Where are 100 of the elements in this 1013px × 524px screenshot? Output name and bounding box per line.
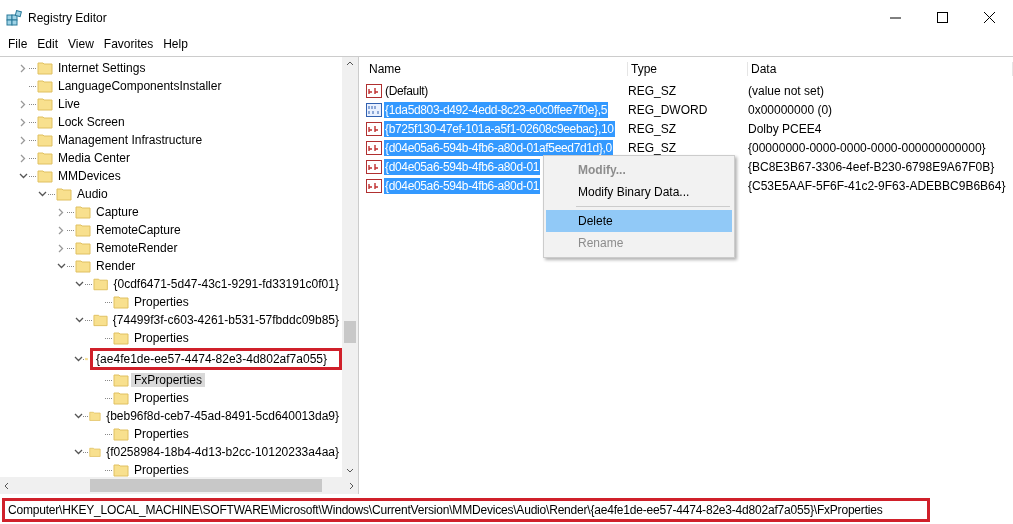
menu-item[interactable]: Edit — [32, 37, 64, 51]
tree-item[interactable]: Internet Settings — [55, 61, 149, 75]
tree-item[interactable]: Lock Screen — [55, 115, 128, 129]
tree-item[interactable]: Audio — [74, 187, 111, 201]
tree-item[interactable]: Media Center — [55, 151, 134, 165]
horizontal-scrollbar[interactable] — [0, 477, 358, 494]
scroll-up-icon — [346, 61, 354, 66]
folder-icon — [113, 427, 129, 441]
collapse-chevron-icon[interactable] — [75, 317, 85, 323]
collapse-chevron-icon[interactable] — [56, 263, 66, 269]
tree-item[interactable]: RemoteRender — [93, 241, 181, 255]
vertical-scrollbar[interactable] — [342, 57, 358, 477]
folder-icon — [37, 97, 53, 111]
tree-item[interactable]: Properties — [131, 463, 192, 477]
column-header[interactable]: Type — [628, 62, 748, 76]
tree-item[interactable]: Properties — [131, 331, 192, 345]
expand-chevron-icon[interactable] — [20, 63, 26, 73]
scrollbar-thumb[interactable] — [90, 479, 322, 492]
folder-icon — [113, 295, 129, 309]
tree-item[interactable]: Live — [55, 97, 83, 111]
value-data: (value not set) — [748, 83, 826, 98]
tree-item[interactable]: Capture — [93, 205, 142, 219]
expand-chevron-icon[interactable] — [20, 99, 26, 109]
folder-icon — [93, 277, 109, 291]
folder-icon — [113, 373, 129, 387]
binary-value-icon — [366, 102, 382, 117]
value-name[interactable]: (Default) — [384, 82, 429, 99]
registry-app-icon — [6, 9, 22, 26]
string-value-icon — [366, 140, 382, 155]
expand-chevron-icon[interactable] — [58, 225, 64, 235]
folder-icon — [89, 445, 102, 459]
expand-chevron-icon[interactable] — [20, 153, 26, 163]
menu-item[interactable]: Favorites — [98, 37, 159, 51]
folder-icon — [89, 409, 102, 423]
value-type: REG_SZ — [628, 83, 677, 98]
collapse-chevron-icon[interactable] — [74, 449, 83, 455]
status-bar-path: Computer\HKEY_LOCAL_MACHINE\SOFTWARE\Microsoft\Windows\CurrentVersion\MMDevices\Audio\Render\{ae4fe1de-ee57-4474-82e3-4d802af7a055}\FxProperties — [2, 498, 930, 522]
column-header[interactable]: Data — [748, 62, 1013, 76]
expand-chevron-icon[interactable] — [58, 207, 64, 217]
scroll-right-icon — [349, 481, 354, 490]
tree-item[interactable]: {beb96f8d-ceb7-45ad-8491-5cd640013da9} — [103, 409, 342, 423]
string-value-icon — [366, 121, 382, 136]
collapse-chevron-icon[interactable] — [74, 356, 83, 362]
tree-item[interactable]: FxProperties — [131, 373, 206, 387]
value-data: Dolby PCEE4 — [748, 121, 823, 136]
tree-item[interactable]: RemoteCapture — [93, 223, 184, 237]
collapse-chevron-icon[interactable] — [75, 281, 85, 287]
close-icon[interactable] — [984, 12, 995, 23]
string-value-icon — [366, 178, 382, 193]
menu-item[interactable]: Delete — [546, 210, 732, 232]
tree-item[interactable]: {0cdf6471-5d47-43c1-9291-fd33191c0f01} — [110, 277, 342, 291]
folder-icon — [75, 259, 91, 273]
menu-item[interactable]: Modify Binary Data... — [546, 181, 732, 203]
tree-item[interactable]: Properties — [131, 391, 192, 405]
tree-item[interactable]: {ae4fe1de-ee57-4474-82e3-4d802af7a055} — [90, 348, 342, 370]
collapse-chevron-icon[interactable] — [18, 173, 28, 179]
menu-item[interactable]: File — [3, 37, 33, 51]
value-data: 0x00000000 (0) — [748, 102, 834, 117]
folder-icon — [75, 205, 91, 219]
string-value-icon — [366, 159, 382, 174]
menu-item[interactable]: View — [63, 37, 99, 51]
expand-chevron-icon[interactable] — [20, 117, 26, 127]
tree-item[interactable]: Render — [93, 259, 139, 273]
folder-icon — [37, 61, 53, 75]
tree-item[interactable]: {f0258984-18b4-4d13-b2cc-10120233a4aa} — [103, 445, 342, 459]
tree-item[interactable]: Properties — [131, 427, 192, 441]
folder-icon — [113, 331, 129, 345]
tree-item[interactable]: {74499f3f-c603-4261-b531-57fbddc09b85} — [109, 313, 342, 327]
value-data: {00000000-0000-0000-0000-000000000000} — [748, 140, 987, 155]
value-data: {BC8E3B67-3306-4eef-B230-6798E9A67F0B} — [748, 159, 996, 174]
collapse-chevron-icon[interactable] — [37, 191, 47, 197]
folder-icon — [92, 313, 108, 327]
expand-chevron-icon[interactable] — [58, 243, 64, 253]
folder-icon — [37, 79, 53, 93]
value-data: {C53E5AAF-5F6F-41c2-9F63-ADEBBC9B6B64} — [748, 178, 1007, 193]
folder-icon — [75, 223, 91, 237]
column-header[interactable]: Name — [366, 62, 628, 76]
menu-item[interactable]: Help — [158, 37, 193, 51]
scroll-down-icon — [346, 468, 354, 473]
tree-item[interactable]: Management Infrastructure — [55, 133, 206, 147]
scrollbar-thumb[interactable] — [344, 321, 356, 343]
folder-icon — [37, 151, 53, 165]
expand-chevron-icon[interactable] — [20, 135, 26, 145]
tree-item[interactable]: Properties — [131, 295, 192, 309]
string-value-icon — [366, 83, 382, 98]
folder-icon — [37, 169, 53, 183]
value-type: REG_SZ — [628, 121, 677, 136]
value-type: REG_DWORD — [628, 102, 709, 117]
tree-item[interactable]: LanguageComponentsInstaller — [55, 79, 225, 93]
folder-icon — [56, 187, 72, 201]
folder-icon — [75, 241, 91, 255]
folder-icon — [37, 115, 53, 129]
folder-icon — [37, 133, 53, 147]
folder-icon — [113, 391, 129, 405]
maximize-icon[interactable] — [937, 12, 948, 23]
tree-item[interactable]: MMDevices — [55, 169, 124, 183]
window-title: Registry Editor — [28, 10, 108, 25]
value-type: REG_SZ — [628, 140, 677, 155]
scroll-left-icon — [4, 481, 9, 490]
collapse-chevron-icon[interactable] — [74, 413, 83, 419]
